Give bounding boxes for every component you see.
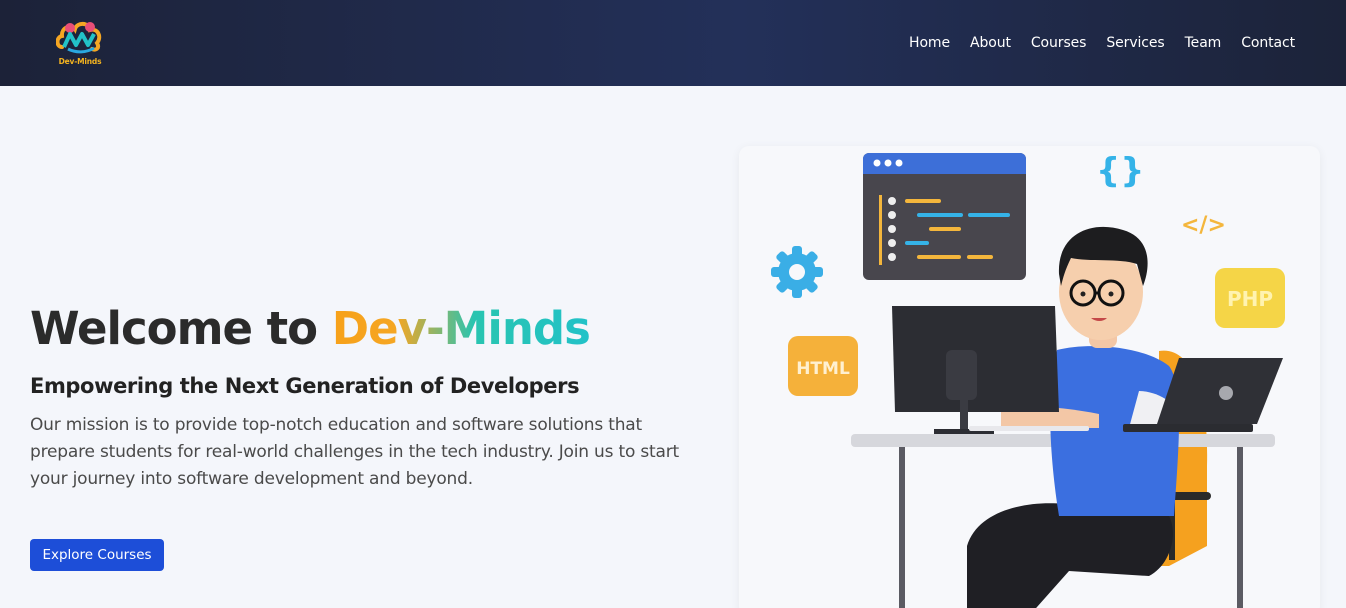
php-badge-icon: PHP [1215, 268, 1285, 328]
braces-icon: {} [1096, 151, 1144, 191]
developer-character [967, 226, 1180, 608]
hero-title-brand-minds: -Minds [425, 302, 590, 355]
navbar: Dev-Minds Home About Courses Services Te… [0, 0, 1346, 86]
nav-services-link[interactable]: Services [1106, 35, 1164, 51]
nav-team-link[interactable]: Team [1185, 35, 1222, 51]
keyboard-illustration [969, 426, 1089, 431]
hero-illustration: {} </> PHP HTML [739, 146, 1320, 608]
developer-illustration: {} </> PHP HTML [771, 151, 1285, 608]
nav-contact-link[interactable]: Contact [1241, 35, 1295, 51]
hero-description: Our mission is to provide top-notch educ… [30, 415, 679, 489]
hero-title-brand: Dev-Minds [332, 302, 590, 355]
hero-section: Welcome to Dev-Minds Empowering the Next… [30, 300, 710, 493]
code-tag-icon: </> [1181, 213, 1226, 238]
logo-text: Dev-Minds [58, 57, 102, 66]
logo[interactable]: Dev-Minds [54, 17, 106, 69]
html-badge-icon: HTML [788, 336, 858, 396]
gear-icon [771, 246, 823, 298]
explore-courses-button[interactable]: Explore Courses [30, 539, 164, 571]
hero-title-brand-dev: Dev [331, 302, 426, 355]
nav-courses-link[interactable]: Courses [1031, 35, 1087, 51]
hero-subtitle: Empowering the Next Generation of Develo… [30, 374, 580, 398]
hero-title-prefix: Welcome to [30, 302, 332, 355]
logo-icon [56, 21, 102, 54]
nav-links: Home About Courses Services Team Contact [909, 35, 1295, 51]
hero-title: Welcome to Dev-Minds [30, 300, 710, 358]
svg-text:HTML: HTML [796, 359, 850, 379]
code-window-icon [863, 153, 1026, 280]
nav-about-link[interactable]: About [970, 35, 1011, 51]
nav-home-link[interactable]: Home [909, 35, 950, 51]
svg-text:PHP: PHP [1227, 287, 1273, 311]
